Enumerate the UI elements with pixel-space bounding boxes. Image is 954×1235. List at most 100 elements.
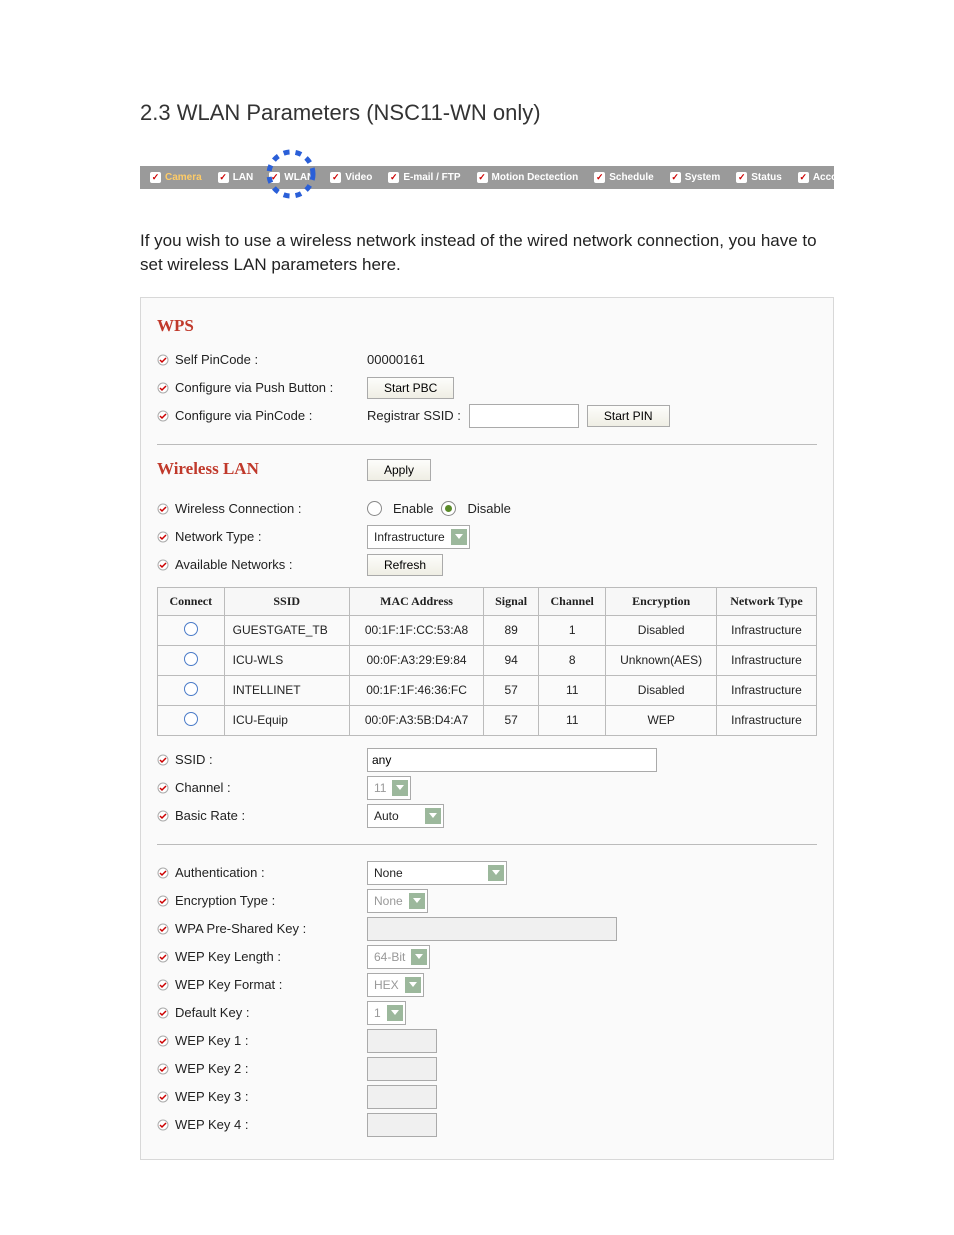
bullet-icon [157, 979, 169, 991]
bullet-icon [157, 951, 169, 963]
col-header: Signal [484, 587, 539, 615]
chevron-down-icon [405, 977, 421, 993]
chevron-down-icon [392, 780, 408, 796]
cell-type: Infrastructure [716, 615, 816, 645]
nav-item-wlan[interactable]: WLAN [269, 172, 314, 183]
connect-radio[interactable] [184, 652, 198, 666]
cell-signal: 89 [484, 615, 539, 645]
cell-enc: Disabled [606, 675, 717, 705]
cell-ssid: ICU-Equip [224, 705, 349, 735]
ssid-label: SSID : [157, 752, 367, 767]
check-icon [218, 172, 229, 183]
cell-type: Infrastructure [716, 705, 816, 735]
chevron-down-icon [451, 529, 467, 545]
bullet-icon [157, 754, 169, 766]
self-pincode-label: Self PinCode : [157, 352, 367, 367]
wep-key-format-select[interactable]: HEX [367, 973, 424, 997]
wep-key-4-label: WEP Key 4 : [157, 1117, 367, 1132]
refresh-button[interactable]: Refresh [367, 554, 443, 576]
check-icon [477, 172, 488, 183]
bullet-icon [157, 559, 169, 571]
basic-rate-select[interactable]: Auto [367, 804, 444, 828]
ssid-input[interactable] [367, 748, 657, 772]
connect-radio[interactable] [184, 682, 198, 696]
wep-key-1-input[interactable] [367, 1029, 437, 1053]
cell-channel: 1 [538, 615, 605, 645]
enable-radio[interactable] [367, 501, 382, 516]
wpa-psk-label: WPA Pre-Shared Key : [157, 921, 367, 936]
wep-key-format-label: WEP Key Format : [157, 977, 367, 992]
col-header: MAC Address [349, 587, 483, 615]
table-row: ICU-WLS00:0F:A3:29:E9:84948Unknown(AES)I… [158, 645, 817, 675]
cell-channel: 11 [538, 705, 605, 735]
bullet-icon [157, 1119, 169, 1131]
connect-radio[interactable] [184, 622, 198, 636]
wep-key-length-label: WEP Key Length : [157, 949, 367, 964]
start-pin-button[interactable]: Start PIN [587, 405, 670, 427]
nav-item-video[interactable]: Video [330, 172, 372, 183]
network-type-label: Network Type : [157, 529, 367, 544]
bullet-icon [157, 895, 169, 907]
nav-item-status[interactable]: Status [736, 172, 782, 183]
col-header: Connect [158, 587, 225, 615]
nav-item-motion-dectection[interactable]: Motion Dectection [477, 172, 579, 183]
default-key-label: Default Key : [157, 1005, 367, 1020]
table-row: ICU-Equip00:0F:A3:5B:D4:A75711WEPInfrast… [158, 705, 817, 735]
encryption-type-select[interactable]: None [367, 889, 428, 913]
cell-signal: 57 [484, 675, 539, 705]
chevron-down-icon [387, 1005, 403, 1021]
wlan-panel: WPS Self PinCode : 00000161 Configure vi… [140, 297, 834, 1160]
cell-mac: 00:0F:A3:29:E9:84 [349, 645, 483, 675]
bullet-icon [157, 382, 169, 394]
col-header: SSID [224, 587, 349, 615]
wep-key-length-select[interactable]: 64-Bit [367, 945, 430, 969]
pincode-label: Configure via PinCode : [157, 408, 367, 423]
wep-key-3-input[interactable] [367, 1085, 437, 1109]
check-icon [594, 172, 605, 183]
cell-type: Infrastructure [716, 675, 816, 705]
authentication-select[interactable]: None [367, 861, 507, 885]
chevron-down-icon [488, 865, 504, 881]
wep-key-2-input[interactable] [367, 1057, 437, 1081]
nav-item-system[interactable]: System [670, 172, 721, 183]
network-type-select[interactable]: Infrastructure [367, 525, 470, 549]
nav-item-account[interactable]: Account [798, 172, 834, 183]
cell-enc: Disabled [606, 615, 717, 645]
col-header: Network Type [716, 587, 816, 615]
nav-screenshot: Camera LAN WLAN Video E-mail / FTP Motion Dec… [140, 166, 834, 189]
registrar-ssid-label: Registrar SSID : [367, 408, 461, 423]
nav-item-camera[interactable]: Camera [150, 172, 202, 183]
check-icon [150, 172, 161, 183]
bullet-icon [157, 1091, 169, 1103]
available-networks-label: Available Networks : [157, 557, 367, 572]
wps-heading: WPS [157, 316, 817, 336]
bullet-icon [157, 531, 169, 543]
wpa-psk-input[interactable] [367, 917, 617, 941]
cell-mac: 00:1F:1F:46:36:FC [349, 675, 483, 705]
cell-ssid: ICU-WLS [224, 645, 349, 675]
chevron-down-icon [411, 949, 427, 965]
col-header: Encryption [606, 587, 717, 615]
intro-paragraph: If you wish to use a wireless network in… [140, 229, 834, 277]
disable-label: Disable [467, 501, 510, 516]
wep-key-2-label: WEP Key 2 : [157, 1061, 367, 1076]
connect-radio[interactable] [184, 712, 198, 726]
encryption-type-label: Encryption Type : [157, 893, 367, 908]
nav-item-lan[interactable]: LAN [218, 172, 254, 183]
basic-rate-label: Basic Rate : [157, 808, 367, 823]
wep-key-3-label: WEP Key 3 : [157, 1089, 367, 1104]
disable-radio[interactable] [441, 501, 456, 516]
bullet-icon [157, 354, 169, 366]
wep-key-4-input[interactable] [367, 1113, 437, 1137]
registrar-ssid-input[interactable] [469, 404, 579, 428]
default-key-select[interactable]: 1 [367, 1001, 406, 1025]
bullet-icon [157, 1035, 169, 1047]
nav-item-schedule[interactable]: Schedule [594, 172, 653, 183]
apply-button[interactable]: Apply [367, 459, 431, 481]
nav-bar: Camera LAN WLAN Video E-mail / FTP Motion Dec… [140, 166, 834, 189]
start-pbc-button[interactable]: Start PBC [367, 377, 454, 399]
nav-item-e-mail-ftp[interactable]: E-mail / FTP [388, 172, 460, 183]
divider [157, 844, 817, 845]
channel-label: Channel : [157, 780, 367, 795]
channel-select[interactable]: 11 [367, 776, 411, 800]
